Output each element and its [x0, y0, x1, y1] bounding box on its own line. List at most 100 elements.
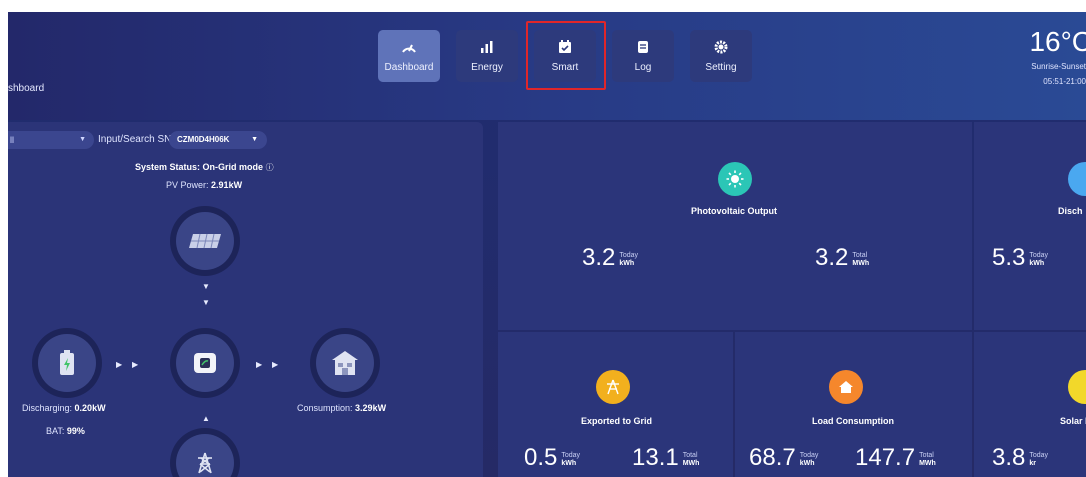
- flow-arrow-right: ▶: [272, 360, 279, 369]
- export-total-label: Total: [682, 452, 698, 459]
- nav-energy-label: Energy: [471, 61, 503, 73]
- export-today-unit: kWh: [561, 460, 577, 467]
- house-node[interactable]: [310, 328, 380, 398]
- nav-dashboard-label: Dashboard: [384, 61, 434, 73]
- card-export-title: Exported to Grid: [581, 416, 653, 426]
- consumption-label: Consumption:: [297, 403, 353, 413]
- nav-energy[interactable]: Energy: [456, 30, 518, 82]
- pv-total-unit: MWh: [852, 260, 870, 267]
- pv-power-label: PV Power:: [166, 180, 209, 190]
- sunrise-sunset-time: 05:51-21:00: [1043, 77, 1086, 86]
- export-total-value: 13.1: [632, 444, 679, 471]
- battery-discharging-label: Discharging:: [22, 403, 73, 413]
- battery-discharging: Discharging: 0.20kW: [22, 403, 106, 413]
- card-discharge: Disch 5.3 Today kWh: [974, 122, 1086, 330]
- chevron-down-icon: ▼: [79, 136, 86, 143]
- pv-today-value: 3.2: [582, 244, 616, 271]
- inverter-icon: [194, 353, 216, 373]
- battery-node[interactable]: [32, 328, 102, 398]
- transmission-tower-icon: [198, 452, 212, 474]
- load-total: 147.7 Total MWh: [855, 446, 936, 470]
- export-today-value: 0.5: [524, 444, 558, 471]
- plant-select-value: ll: [10, 135, 14, 145]
- flow-arrow-right: ▶: [256, 360, 263, 369]
- system-status: System Status: On-Grid mode ⓘ: [135, 162, 274, 173]
- chevron-down-icon: ▼: [251, 136, 258, 143]
- top-header: shboard Dashboard Energy Smart Log Setti…: [8, 12, 1086, 120]
- sun-icon: [718, 162, 752, 196]
- card-pv-output: Photovoltaic Output 3.2 Today kWh 3.2 Tot…: [498, 122, 972, 330]
- card-discharge-title: Disch: [1058, 206, 1083, 216]
- load-today-label: Today: [799, 452, 819, 459]
- sunrise-sunset-label: Sunrise-Sunset: [1031, 62, 1086, 71]
- smart-highlight-box: [526, 21, 606, 90]
- sn-select-value: CZM0D4H06K: [177, 135, 230, 144]
- solar-card-icon: [1068, 370, 1086, 404]
- discharge-today-label: Today: [1029, 252, 1049, 259]
- house-icon: [332, 351, 358, 375]
- nav-dashboard[interactable]: Dashboard: [378, 30, 440, 82]
- tower-card-icon: [596, 370, 630, 404]
- inverter-node[interactable]: [170, 328, 240, 398]
- export-today: 0.5 Today kWh: [524, 446, 580, 470]
- bar-chart-icon: [481, 40, 493, 53]
- app-window: shboard Dashboard Energy Smart Log Setti…: [8, 12, 1086, 477]
- system-diagram-panel: ll ▼ Input/Search SN CZM0D4H06K ▼ System…: [8, 122, 483, 477]
- solar-panel-node[interactable]: [170, 206, 240, 276]
- stats-grid: Photovoltaic Output 3.2 Today kWh 3.2 Tot…: [498, 122, 1086, 477]
- breadcrumb: shboard: [8, 83, 45, 94]
- plant-select[interactable]: ll ▼: [8, 131, 94, 149]
- gear-icon: [714, 40, 728, 53]
- nav-log[interactable]: Log: [612, 30, 674, 82]
- export-total: 13.1 Total MWh: [632, 446, 699, 470]
- pv-today-unit: kWh: [619, 260, 635, 267]
- consumption: Consumption: 3.29kW: [297, 403, 386, 413]
- system-status-label: System Status:: [135, 162, 201, 172]
- solar-today-unit: kr: [1029, 460, 1036, 467]
- pv-total-value: 3.2: [815, 244, 849, 271]
- solar-panel-icon: [189, 233, 221, 249]
- pv-power: PV Power: 2.91kW: [166, 180, 242, 190]
- card-solar: Solar F 3.8 Todaykr: [974, 332, 1086, 477]
- card-load-title: Load Consumption: [812, 416, 894, 426]
- battery-soc-value: 99%: [66, 426, 85, 436]
- pv-total: 3.2 Total MWh: [815, 246, 869, 270]
- discharge-today-unit: kWh: [1029, 260, 1045, 267]
- nav-log-label: Log: [634, 61, 652, 73]
- battery-card-icon: [1068, 162, 1086, 196]
- system-status-value: On-Grid mode: [202, 162, 264, 172]
- info-icon[interactable]: ⓘ: [266, 163, 274, 172]
- card-export: Exported to Grid 0.5 Today kWh 13.1 Total…: [498, 332, 733, 477]
- card-load: Load Consumption 68.7 Today kWh 147.7 Tot…: [735, 332, 972, 477]
- temperature: 16°C: [1029, 26, 1086, 57]
- battery-soc: BAT: 99%: [46, 426, 85, 436]
- pv-power-value: 2.91kW: [211, 180, 243, 190]
- flow-arrow-down: ▼: [202, 298, 210, 307]
- load-total-value: 147.7: [855, 444, 916, 471]
- load-total-label: Total: [919, 452, 934, 459]
- pv-today: 3.2 Today kWh: [582, 246, 638, 270]
- sn-select[interactable]: CZM0D4H06K ▼: [169, 131, 267, 149]
- grid-node[interactable]: [170, 428, 240, 477]
- gauge-icon: [402, 44, 416, 53]
- nav-setting-label: Setting: [705, 61, 737, 73]
- pv-today-label: Today: [619, 252, 639, 259]
- sn-label: Input/Search SN: [98, 134, 172, 145]
- load-today: 68.7 Today kWh: [749, 446, 818, 470]
- pv-total-label: Total: [852, 252, 868, 259]
- nav-setting[interactable]: Setting: [690, 30, 752, 82]
- load-today-unit: kWh: [799, 460, 815, 467]
- discharge-today: 5.3 Today kWh: [992, 246, 1048, 270]
- export-today-label: Today: [561, 452, 581, 459]
- consumption-value: 3.29kW: [355, 403, 387, 413]
- solar-today-value: 3.8: [992, 444, 1026, 471]
- solar-today: 3.8 Today kr: [992, 446, 1048, 470]
- battery-soc-label: BAT:: [46, 426, 65, 436]
- card-pv-title: Photovoltaic Output: [691, 206, 777, 216]
- weather-widget: 16°C Sunrise-Sunset 05:51-21:00: [972, 26, 1086, 96]
- home-card-icon: [829, 370, 863, 404]
- card-solar-title: Solar F: [1060, 416, 1086, 426]
- flow-arrow-up: ▲: [202, 414, 210, 423]
- battery-icon: [60, 350, 74, 375]
- battery-discharging-value: 0.20kW: [74, 403, 106, 413]
